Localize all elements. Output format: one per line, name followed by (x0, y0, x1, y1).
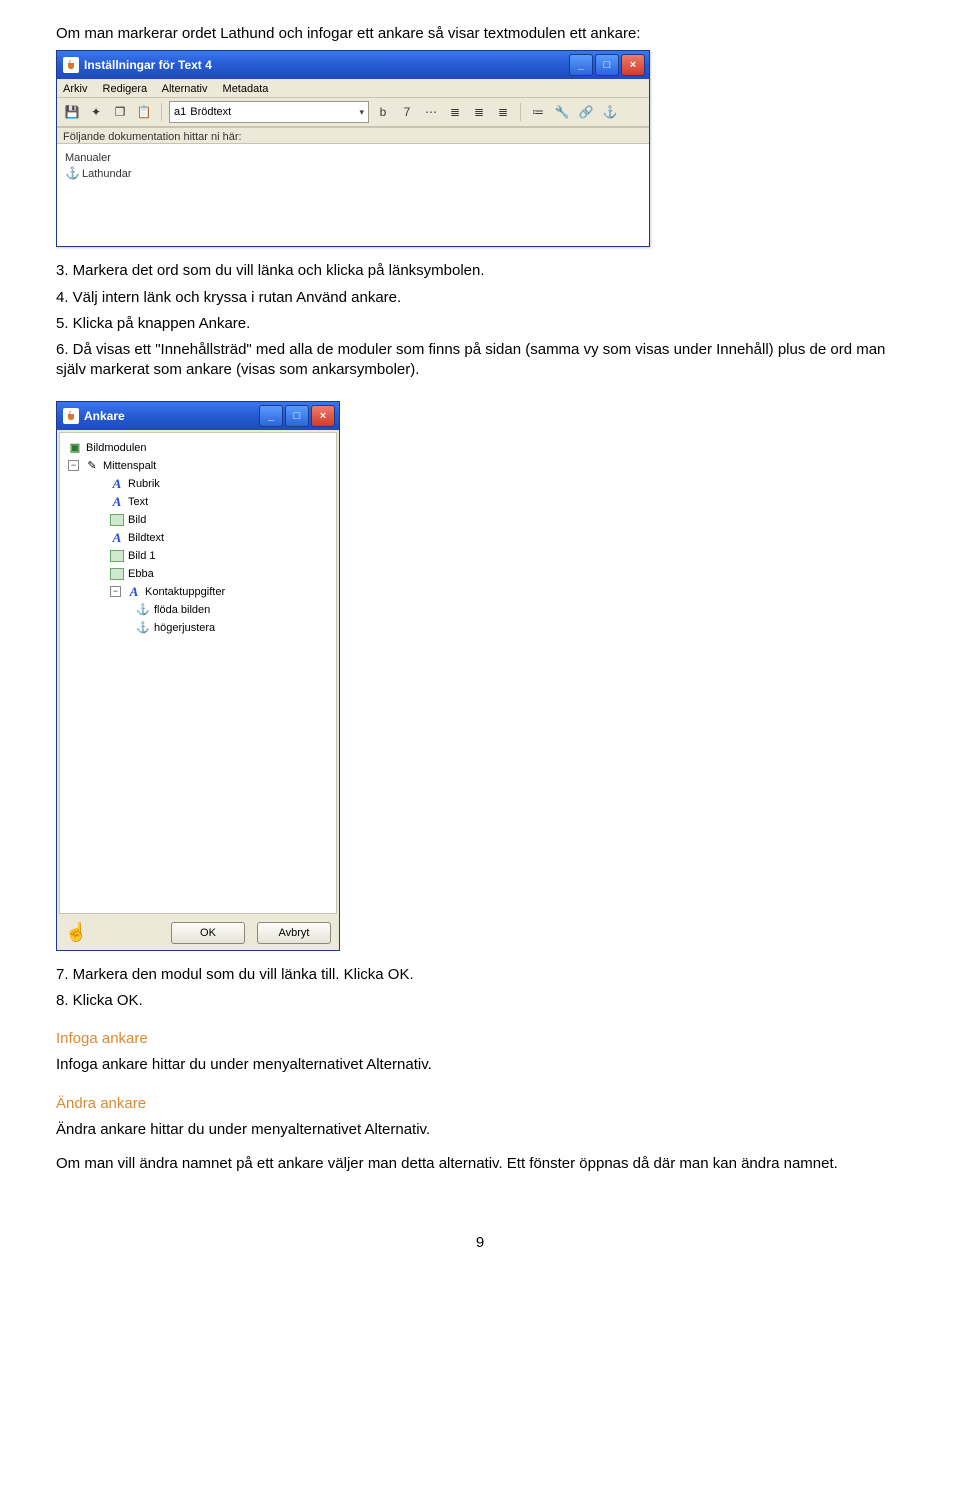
image-module-icon: ▣ (68, 441, 82, 455)
tree-label: högerjustera (154, 622, 215, 634)
menu-alternativ[interactable]: Alternativ (162, 83, 208, 95)
tree-label: Ebba (128, 568, 154, 580)
tree-label: Bild (128, 514, 146, 526)
tree-node-mittenspalt[interactable]: − ✎ Mittenspalt (64, 457, 332, 475)
text-a-icon: A (110, 531, 124, 545)
cancel-button[interactable]: Avbryt (257, 922, 331, 944)
tree-label: Text (128, 496, 148, 508)
menu-redigera[interactable]: Redigera (103, 83, 148, 95)
close-button[interactable]: × (311, 405, 335, 427)
separator (161, 103, 162, 121)
heading-andra-ankare: Ändra ankare (56, 1094, 904, 1114)
tree-label: Bildtext (128, 532, 164, 544)
copy-icon[interactable]: ❐ (110, 102, 130, 122)
step-7: 7. Markera den modul som du vill länka t… (56, 965, 904, 985)
step-6: 6. Då visas ett "Innehållsträd" med alla… (56, 340, 904, 381)
ellipsis-icon[interactable]: ⋯ (421, 102, 441, 122)
ankare-window: Ankare _ □ × ▣ Bildmodulen − ✎ Mittenspa… (56, 401, 340, 951)
minimize-button[interactable]: _ (569, 54, 593, 76)
collapse-toggle[interactable]: − (68, 460, 79, 471)
chevron-down-icon: ▾ (359, 107, 364, 118)
close-button[interactable]: × (621, 54, 645, 76)
toolbar: 💾 ✦ ❐ 📋 a1 Brödtext ▾ b 7 ⋯ ≣ ≣ ≣ ≔ 🔧 🔗 … (57, 98, 649, 127)
ok-button[interactable]: OK (171, 922, 245, 944)
align-center-icon[interactable]: ≣ (469, 102, 489, 122)
window-title: Inställningar för Text 4 (84, 58, 569, 72)
format-b-icon[interactable]: b (373, 102, 393, 122)
tree-panel: ▣ Bildmodulen − ✎ Mittenspalt A Rubrik A… (59, 432, 337, 914)
tree-node-rubrik[interactable]: A Rubrik (64, 475, 332, 493)
tree-node-bildmodulen[interactable]: ▣ Bildmodulen (64, 439, 332, 457)
menu-arkiv[interactable]: Arkiv (63, 83, 87, 95)
anchor-glyph-icon: ⚓ (65, 166, 80, 180)
tree-label: Rubrik (128, 478, 160, 490)
tree-label: Kontaktuppgifter (145, 586, 225, 598)
step-8: 8. Klicka OK. (56, 991, 904, 1011)
heading-infoga-ankare: Infoga ankare (56, 1029, 904, 1049)
text-infoga-ankare: Infoga ankare hittar du under menyaltern… (56, 1055, 904, 1075)
menubar: Arkiv Redigera Alternativ Metadata (57, 79, 649, 98)
anchor-icon: ⚓ (136, 621, 150, 635)
tree-label: Mittenspalt (103, 460, 156, 472)
page-number: 9 (56, 1234, 904, 1251)
tree-node-bild1[interactable]: Bild 1 (64, 547, 332, 565)
menu-metadata[interactable]: Metadata (223, 83, 269, 95)
tree-label: flöda bilden (154, 604, 210, 616)
wrench-icon[interactable]: 🔧 (552, 102, 572, 122)
tree-node-kontaktuppgifter[interactable]: − A Kontaktuppgifter (64, 583, 332, 601)
align-left-icon[interactable]: ≣ (445, 102, 465, 122)
save-icon[interactable]: 💾 (62, 102, 82, 122)
final-paragraph: Om man vill ändra namnet på ett ankare v… (56, 1154, 904, 1174)
step-5: 5. Klicka på knappen Ankare. (56, 314, 904, 334)
column-icon: ✎ (85, 459, 99, 473)
minimize-button[interactable]: _ (259, 405, 283, 427)
anchor-icon[interactable]: ⚓ (600, 102, 620, 122)
text-a-icon: A (110, 477, 124, 491)
style-prefix-icon: a1 (174, 106, 186, 118)
picture-icon (110, 550, 124, 562)
maximize-button[interactable]: □ (285, 405, 309, 427)
editor-field-label: Följande dokumentation hittar ni här: (57, 127, 649, 143)
paste-icon[interactable]: 📋 (134, 102, 154, 122)
add-icon[interactable]: ✦ (86, 102, 106, 122)
collapse-toggle[interactable]: − (110, 586, 121, 597)
format-7-icon[interactable]: 7 (397, 102, 417, 122)
editor-line-lathundar-text: Lathundar (82, 168, 132, 180)
dialog-footer: ☝ OK Avbryt (57, 916, 339, 950)
text-a-icon: A (127, 585, 141, 599)
tree-node-bild[interactable]: Bild (64, 511, 332, 529)
link-icon[interactable]: 🔗 (576, 102, 596, 122)
text4-settings-window: Inställningar för Text 4 _ □ × Arkiv Red… (56, 50, 650, 247)
editor-area[interactable]: Manualer ⚓Lathundar (57, 143, 649, 246)
style-select-value: Brödtext (190, 106, 231, 118)
picture-icon (110, 514, 124, 526)
tree-label: Bildmodulen (86, 442, 147, 454)
tree-node-bildtext[interactable]: A Bildtext (64, 529, 332, 547)
tree-label: Bild 1 (128, 550, 156, 562)
tree-node-hogerjustera[interactable]: ⚓ högerjustera (64, 619, 332, 637)
editor-line-manualer: Manualer (65, 152, 641, 164)
titlebar: Ankare _ □ × (57, 402, 339, 430)
text-andra-ankare: Ändra ankare hittar du under menyalterna… (56, 1120, 904, 1140)
maximize-button[interactable]: □ (595, 54, 619, 76)
editor-line-lathundar: ⚓Lathundar (65, 166, 641, 180)
separator (520, 103, 521, 121)
titlebar: Inställningar för Text 4 _ □ × (57, 51, 649, 79)
tree-node-floda-bilden[interactable]: ⚓ flöda bilden (64, 601, 332, 619)
step-4: 4. Välj intern länk och kryssa i rutan A… (56, 288, 904, 308)
java-cup-icon (63, 57, 79, 73)
hand-icon: ☝ (65, 922, 87, 943)
tree-node-text[interactable]: A Text (64, 493, 332, 511)
text-a-icon: A (110, 495, 124, 509)
picture-icon (110, 568, 124, 580)
step-3: 3. Markera det ord som du vill länka och… (56, 261, 904, 281)
intro-text: Om man markerar ordet Lathund och infoga… (56, 24, 904, 44)
anchor-icon: ⚓ (136, 603, 150, 617)
align-right-icon[interactable]: ≣ (493, 102, 513, 122)
tree-node-ebba[interactable]: Ebba (64, 565, 332, 583)
java-cup-icon (63, 408, 79, 424)
list-icon[interactable]: ≔ (528, 102, 548, 122)
style-select[interactable]: a1 Brödtext ▾ (169, 101, 369, 123)
window-title: Ankare (84, 409, 259, 423)
